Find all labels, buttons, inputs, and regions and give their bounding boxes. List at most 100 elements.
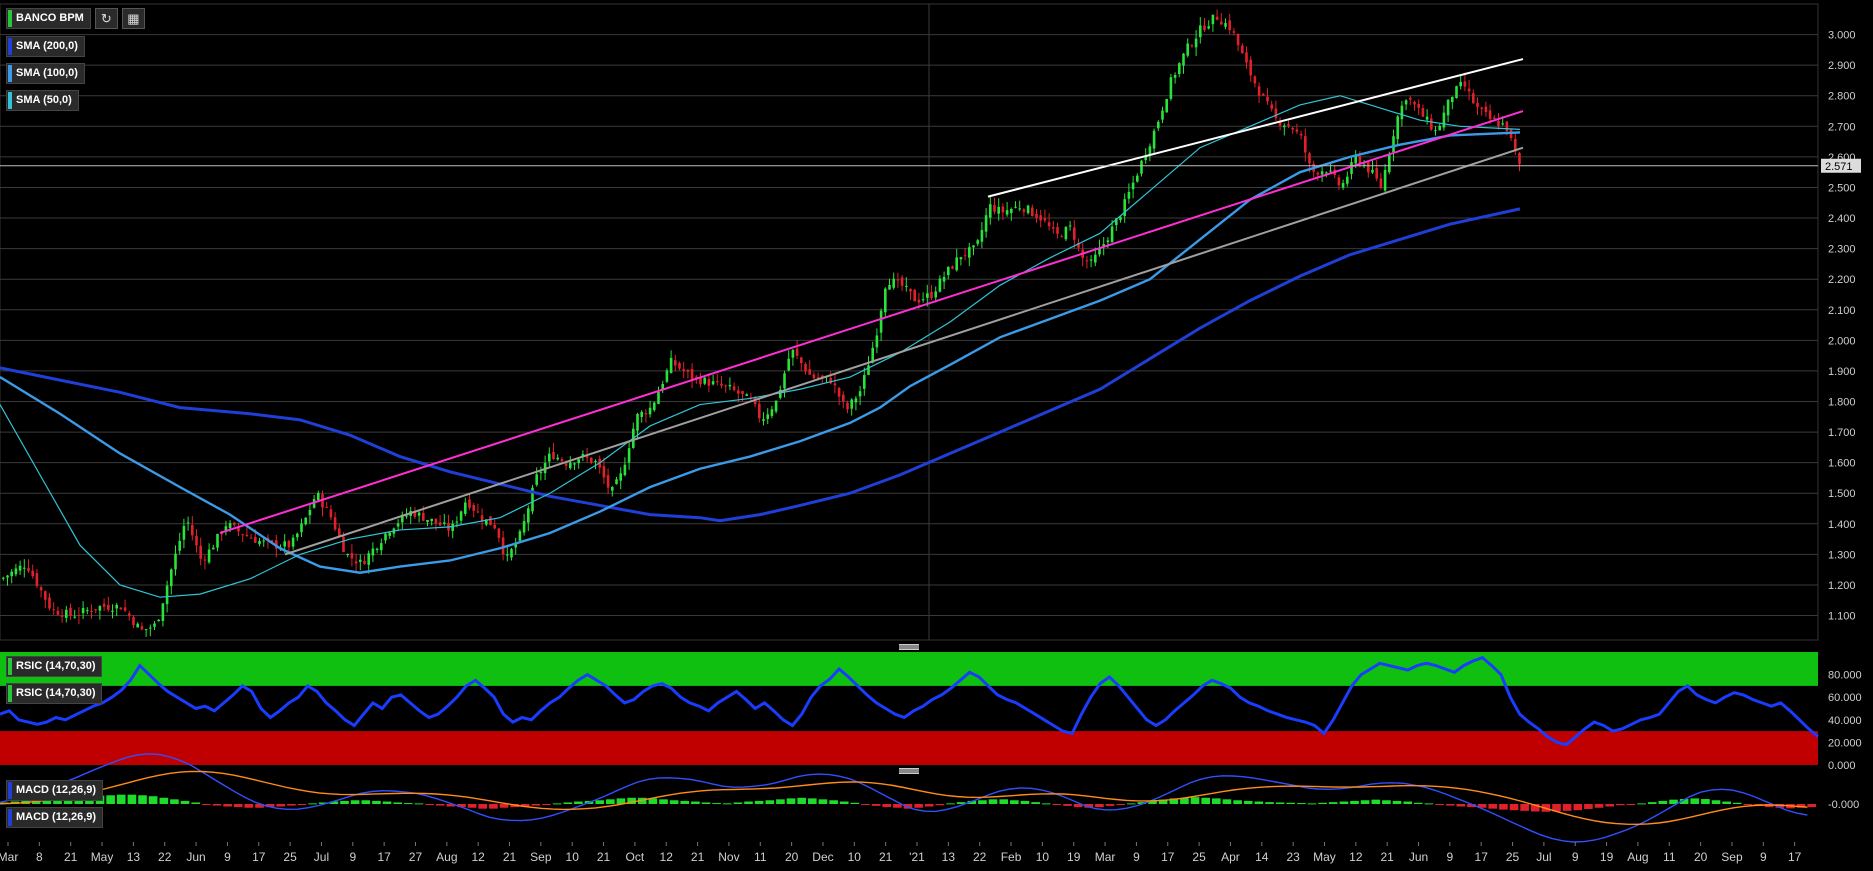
rsi-label-2[interactable]: RSIC (14,70,30) bbox=[6, 683, 103, 704]
pane-resize-handle-2[interactable] bbox=[899, 768, 919, 774]
price-chart[interactable]: 1.100 1.200 1.300 1.400 1.500 1.600 1.700 1.800… bbox=[0, 0, 1873, 871]
macd-bar bbox=[1010, 800, 1019, 804]
candle-body bbox=[329, 509, 333, 518]
candle-body bbox=[186, 522, 190, 524]
pane-resize-handle-1[interactable] bbox=[899, 644, 919, 650]
candle-body bbox=[287, 540, 291, 548]
candle-body bbox=[522, 521, 526, 533]
overlay-legend-2: SMA (50,0) bbox=[6, 90, 79, 111]
x-tick-label: 13 bbox=[127, 850, 141, 864]
candle-body bbox=[1203, 25, 1206, 31]
candle-body bbox=[304, 517, 307, 525]
rsi-label[interactable]: RSIC (14,70,30) bbox=[6, 656, 103, 677]
candle-body bbox=[774, 400, 778, 412]
macd-bar bbox=[1105, 804, 1115, 806]
macd-bar bbox=[1647, 802, 1657, 804]
candle-body bbox=[476, 511, 480, 513]
calendar-icon[interactable]: ▦ bbox=[121, 8, 145, 29]
candle-body bbox=[732, 386, 736, 390]
macd-bar bbox=[1637, 803, 1646, 805]
x-tick-label: May bbox=[1313, 850, 1336, 864]
candle-body bbox=[711, 381, 715, 385]
symbol-label[interactable]: BANCO BPM bbox=[6, 8, 91, 29]
candle-body bbox=[1148, 146, 1152, 155]
candle-body bbox=[1270, 104, 1273, 109]
candle-body bbox=[900, 277, 904, 286]
x-tick-label: 11 bbox=[1663, 850, 1676, 864]
x-tick-label: 20 bbox=[1694, 850, 1708, 864]
candle-body bbox=[1459, 81, 1462, 87]
candle-body bbox=[1047, 222, 1051, 227]
candle-body bbox=[682, 369, 685, 372]
x-tick-label: Oct bbox=[626, 850, 645, 864]
candle-body bbox=[602, 466, 606, 478]
macd-bar bbox=[1031, 802, 1040, 804]
candle-body bbox=[31, 570, 34, 577]
macd-bar bbox=[287, 804, 296, 806]
macd-bar bbox=[308, 803, 317, 805]
candle-body bbox=[1064, 227, 1068, 240]
candle-body bbox=[548, 453, 551, 462]
macd-label-2[interactable]: MACD (12,26,9) bbox=[6, 807, 104, 828]
candle-body bbox=[1052, 227, 1055, 229]
candle-body bbox=[464, 502, 467, 514]
candle-body bbox=[1190, 45, 1194, 47]
macd-bar bbox=[202, 804, 211, 805]
candle-body bbox=[619, 473, 622, 481]
macd-bar bbox=[170, 799, 179, 804]
candle-body bbox=[1220, 21, 1223, 25]
candle-body bbox=[762, 419, 765, 421]
candle-body bbox=[262, 540, 265, 542]
candle-body bbox=[854, 398, 858, 403]
candle-body bbox=[707, 379, 711, 386]
candle-body bbox=[149, 627, 152, 629]
macd-bar bbox=[435, 804, 445, 806]
y-tick-label: 1.600 bbox=[1828, 458, 1856, 470]
candle-body bbox=[1266, 96, 1269, 102]
candle-body bbox=[1224, 22, 1227, 27]
candle-body bbox=[493, 524, 496, 529]
candle-body bbox=[846, 402, 849, 410]
candle-body bbox=[249, 537, 253, 539]
y-tick-label: 1.800 bbox=[1828, 397, 1856, 409]
sma-200-label[interactable]: SMA (200,0) bbox=[6, 36, 85, 57]
candle-body bbox=[1207, 26, 1210, 29]
x-tick-label: 8 bbox=[36, 850, 43, 864]
candle-body bbox=[65, 609, 68, 618]
sma-50-label[interactable]: SMA (50,0) bbox=[6, 90, 79, 111]
last-price-label: 2.571 bbox=[1825, 161, 1853, 173]
candle-body bbox=[938, 278, 942, 292]
macd-bar bbox=[404, 803, 413, 805]
macd-label[interactable]: MACD (12,26,9) bbox=[6, 780, 104, 801]
macd-bar bbox=[722, 803, 732, 805]
candle-body bbox=[993, 204, 996, 212]
macd-bar bbox=[595, 800, 605, 804]
rsi-tick-label: 40.000 bbox=[1828, 715, 1862, 727]
candle-body bbox=[1392, 136, 1395, 153]
candle-body bbox=[1056, 226, 1059, 234]
candle-body bbox=[623, 464, 627, 476]
macd-bar bbox=[414, 803, 424, 805]
x-tick-label: 17 bbox=[1788, 850, 1802, 864]
x-tick-label: 25 bbox=[1506, 850, 1520, 864]
candle-body bbox=[527, 508, 530, 523]
candle-body bbox=[350, 553, 354, 559]
candle-body bbox=[468, 499, 471, 508]
candle-body bbox=[959, 257, 963, 260]
x-tick-label: 23 bbox=[1286, 850, 1300, 864]
macd-bar bbox=[1254, 801, 1264, 804]
candle-body bbox=[1451, 96, 1454, 103]
refresh-icon[interactable]: ↻ bbox=[94, 8, 118, 29]
sma-100-label[interactable]: SMA (100,0) bbox=[6, 63, 85, 84]
y-tick-label: 1.500 bbox=[1828, 488, 1856, 500]
x-tick-label: Feb bbox=[1001, 850, 1022, 864]
candle-body bbox=[686, 369, 690, 372]
candle-body bbox=[455, 521, 459, 523]
candle-body bbox=[81, 608, 85, 614]
candle-body bbox=[858, 391, 862, 397]
candle-body bbox=[115, 604, 118, 609]
candle-body bbox=[728, 384, 732, 387]
candle-body bbox=[1497, 120, 1500, 127]
candle-body bbox=[48, 597, 51, 609]
macd-bar bbox=[212, 804, 222, 806]
